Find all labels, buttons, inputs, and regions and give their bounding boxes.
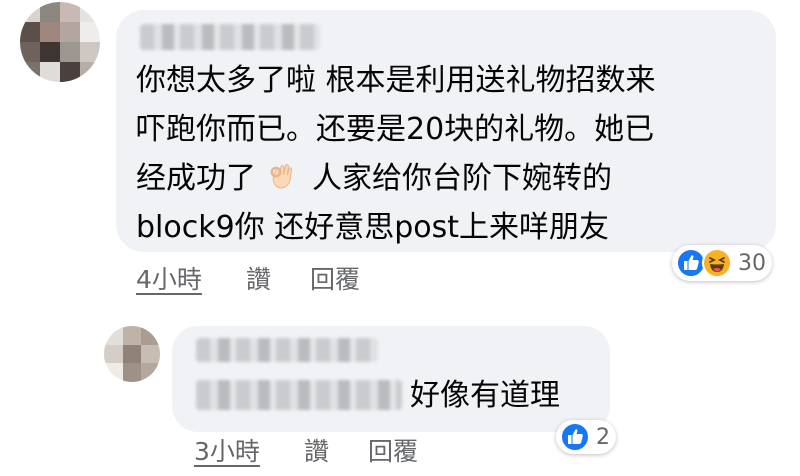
like-button[interactable]: 讚 — [304, 432, 329, 468]
ok-hand-icon — [270, 164, 293, 189]
redacted-author-name[interactable] — [140, 24, 320, 50]
like-button[interactable]: 讚 — [246, 260, 271, 296]
reaction-summary[interactable]: 2 — [556, 420, 616, 454]
like-icon — [560, 422, 590, 452]
reaction-count: 30 — [738, 250, 766, 276]
avatar[interactable] — [20, 2, 100, 82]
comment-text-fragment: 经成功了 — [136, 161, 256, 196]
comment-text: 好像有道理 — [410, 378, 560, 413]
redacted-mention[interactable] — [196, 380, 402, 410]
comment-text-line: 经成功了 人家给你台阶下婉转的 — [136, 154, 612, 203]
reaction-summary[interactable]: 30 — [672, 245, 772, 281]
comment-text-line: block9你 还好意思post上来咩朋友 — [136, 210, 610, 245]
avatar[interactable] — [104, 326, 160, 382]
reply-button[interactable]: 回覆 — [368, 432, 418, 468]
timestamp-link[interactable]: 3小時 — [194, 432, 260, 468]
redacted-author-name[interactable] — [196, 338, 378, 362]
comment-text-line: 你想太多了啦 根本是利用送礼物招数来 — [136, 63, 656, 98]
timestamp-link[interactable]: 4小時 — [136, 260, 202, 296]
comment-text-line: 吓跑你而已。还要是20块的礼物。她已 — [136, 112, 655, 147]
reply-button[interactable]: 回覆 — [310, 260, 360, 296]
reaction-count: 2 — [596, 424, 610, 450]
comment-text-fragment: 人家给你台阶下婉转的 — [312, 161, 612, 196]
haha-icon — [702, 248, 732, 278]
